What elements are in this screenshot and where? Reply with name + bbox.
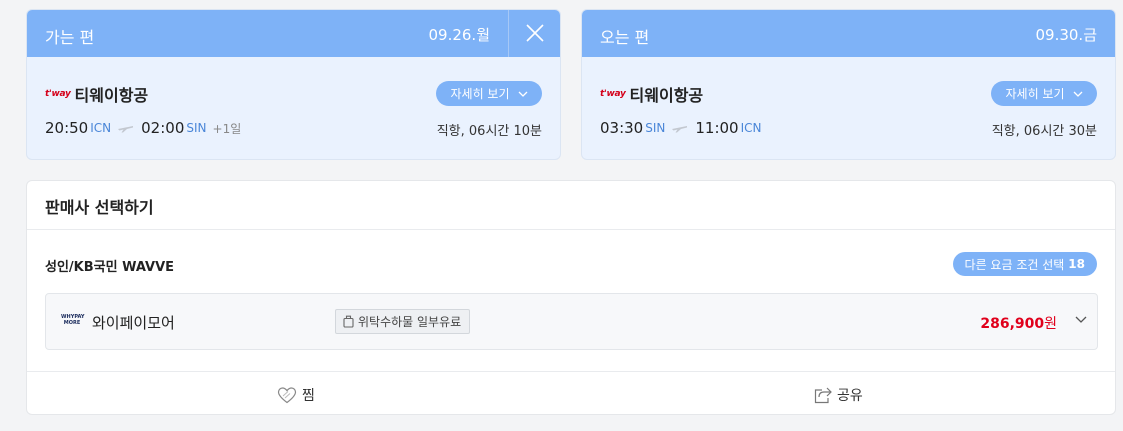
outbound-label: 가는 편 xyxy=(45,28,95,47)
airline-logo-icon: t'way xyxy=(600,89,626,99)
chevron-down-icon xyxy=(518,91,527,97)
outbound-duration: 직항, 06시간 10분 xyxy=(436,124,542,139)
arrival-time: 02:00 xyxy=(141,119,185,137)
chevron-down-icon xyxy=(1073,91,1082,97)
inbound-label: 오는 편 xyxy=(600,28,650,47)
arrival-airport: SIN xyxy=(186,121,207,135)
seller-selection-panel: 판매사 선택하기 성인/KB국민 WAVVE 다른 요금 조건 선택 18 WH… xyxy=(26,180,1116,415)
detail-button-label: 자세히 보기 xyxy=(450,87,510,101)
day-offset: +1일 xyxy=(212,121,242,136)
other-fares-label: 다른 요금 조건 선택 xyxy=(964,257,1065,272)
inbound-times: 03:30 SIN 11:00 ICN xyxy=(600,119,762,137)
baggage-tag-label: 위탁수하물 일부유료 xyxy=(358,315,462,329)
outbound-header: 가는 편 09.26.월 xyxy=(27,10,560,57)
inbound-airline: t'way 티웨이항공 xyxy=(600,82,703,106)
airline-name: 티웨이항공 xyxy=(74,86,149,105)
arrival-airport: ICN xyxy=(740,121,762,135)
airplane-icon xyxy=(118,119,134,137)
other-fares-count: 18 xyxy=(1068,257,1085,271)
outbound-times: 20:50 ICN 02:00 SIN +1일 xyxy=(45,119,241,137)
fare-condition: 성인/KB국민 WAVVE xyxy=(45,260,175,275)
outbound-airline: t'way 티웨이항공 xyxy=(45,82,148,106)
seller-price: 286,900원 xyxy=(980,316,1057,332)
detail-button-label: 자세히 보기 xyxy=(1005,87,1065,101)
seller-row[interactable]: WHYPAY MORE 와이페이모어 위탁수하물 일부유료 286,900원 xyxy=(45,293,1098,350)
seller-name: 와이페이모어 xyxy=(92,314,175,332)
whypaymore-logo-icon: WHYPAY MORE xyxy=(61,314,85,326)
like-label: 찜 xyxy=(302,388,315,404)
chevron-down-icon[interactable] xyxy=(1075,316,1087,324)
baggage-tag: 위탁수하물 일부유료 xyxy=(335,309,471,334)
inbound-flight-card: 오는 편 09.30.금 t'way 티웨이항공 자세히 보기 03:30 SI… xyxy=(581,9,1116,160)
arrival-time: 11:00 xyxy=(695,119,739,137)
departure-airport: ICN xyxy=(90,121,112,135)
heart-icon xyxy=(277,386,297,403)
departure-time: 03:30 xyxy=(600,119,644,137)
divider xyxy=(27,371,1115,372)
inbound-date: 09.30.금 xyxy=(1035,26,1097,44)
luggage-icon xyxy=(343,315,354,328)
divider xyxy=(27,229,1115,230)
airline-name: 티웨이항공 xyxy=(629,86,704,105)
share-label: 공유 xyxy=(837,388,863,404)
outbound-detail-button[interactable]: 자세히 보기 xyxy=(436,81,542,106)
close-button[interactable] xyxy=(508,10,560,57)
close-icon xyxy=(526,24,544,42)
outbound-flight-card: 가는 편 09.26.월 t'way 티웨이항공 자세히 보기 20:50 IC… xyxy=(26,9,561,160)
inbound-detail-button[interactable]: 자세히 보기 xyxy=(991,81,1097,106)
inbound-header: 오는 편 09.30.금 xyxy=(582,10,1115,57)
share-icon xyxy=(814,387,832,403)
departure-time: 20:50 xyxy=(45,119,89,137)
airplane-icon xyxy=(672,119,688,137)
other-fares-button[interactable]: 다른 요금 조건 선택 18 xyxy=(952,252,1097,276)
share-button[interactable]: 공유 xyxy=(814,385,863,405)
outbound-date: 09.26.월 xyxy=(428,26,490,44)
departure-airport: SIN xyxy=(645,121,666,135)
panel-title: 판매사 선택하기 xyxy=(45,198,154,217)
like-button[interactable]: 찜 xyxy=(277,385,315,405)
airline-logo-icon: t'way xyxy=(45,89,71,99)
inbound-duration: 직항, 06시간 30분 xyxy=(991,124,1097,139)
